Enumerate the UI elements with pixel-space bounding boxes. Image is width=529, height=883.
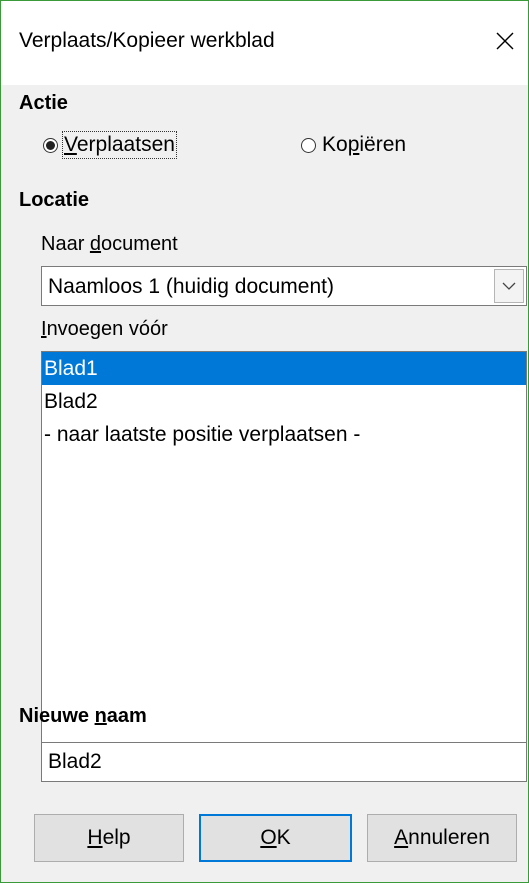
copy-radio-label: Kopiëren <box>322 133 407 156</box>
help-button[interactable]: Help <box>34 814 184 862</box>
chevron-down-icon <box>502 282 516 290</box>
new-name-heading: Nieuwe naam <box>19 705 147 727</box>
close-icon <box>496 32 514 50</box>
action-heading: Actie <box>19 92 68 114</box>
close-button[interactable] <box>490 23 520 59</box>
move-radio-label: Verplaatsen <box>62 131 177 159</box>
to-document-value: Naamloos 1 (huidig document) <box>48 275 334 298</box>
new-name-input[interactable] <box>41 742 527 782</box>
dialog-body: Actie Verplaatsen Kopiëren Locatie Naar … <box>1 85 528 882</box>
title-bar: Verplaats/Kopieer werkblad <box>1 1 528 85</box>
ok-button[interactable]: OK <box>199 814 352 862</box>
copy-radio[interactable]: Kopiëren <box>301 133 406 157</box>
move-radio[interactable]: Verplaatsen <box>43 131 177 159</box>
to-document-dropdown[interactable]: Naamloos 1 (huidig document) <box>41 266 527 306</box>
to-document-label: Naar document <box>41 233 178 255</box>
list-item[interactable]: Blad1 <box>42 352 526 385</box>
move-radio-button[interactable] <box>43 137 58 153</box>
insert-before-list[interactable]: Blad1 Blad2 - naar laatste positie verpl… <box>41 351 527 751</box>
insert-before-label: Invoegen vóór <box>41 318 168 340</box>
list-item[interactable]: Blad2 <box>42 385 526 418</box>
move-copy-sheet-dialog: Verplaats/Kopieer werkblad Actie Verplaa… <box>0 0 529 883</box>
dropdown-button[interactable] <box>494 269 524 303</box>
cancel-button[interactable]: Annuleren <box>367 814 517 862</box>
location-heading: Locatie <box>19 189 90 211</box>
dialog-title: Verplaats/Kopieer werkblad <box>19 29 275 52</box>
copy-radio-button[interactable] <box>301 137 316 153</box>
list-item[interactable]: - naar laatste positie verplaatsen - <box>42 418 526 451</box>
